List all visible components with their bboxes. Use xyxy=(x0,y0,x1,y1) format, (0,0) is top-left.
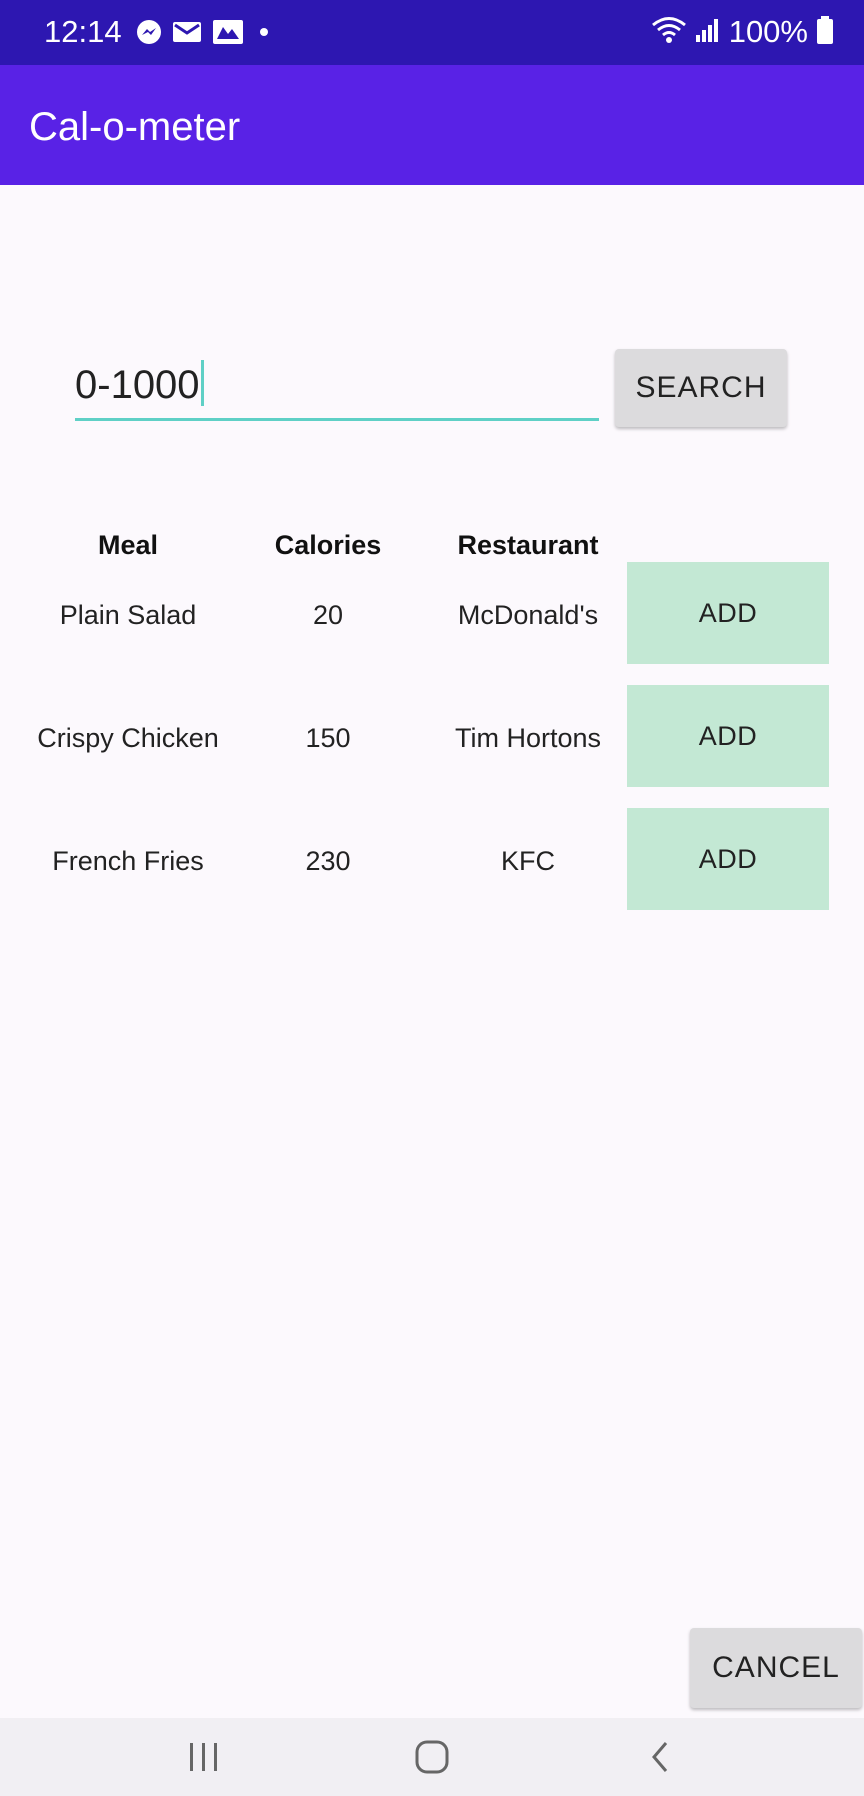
search-input-value: 0-1000 xyxy=(75,360,204,410)
restaurant-cell: McDonald's xyxy=(457,600,599,630)
notification-icons xyxy=(136,14,274,50)
dot-icon xyxy=(254,22,274,42)
restaurant-cell: Tim Hortons xyxy=(454,723,602,753)
app-bar: Cal-o-meter xyxy=(0,65,864,185)
home-icon[interactable] xyxy=(402,1718,462,1796)
add-button[interactable]: ADD xyxy=(627,685,829,787)
navigation-bar xyxy=(0,1718,864,1796)
messenger-icon xyxy=(136,19,162,45)
status-time: 12:14 xyxy=(44,14,122,49)
wifi-icon xyxy=(651,15,687,50)
signal-icon xyxy=(695,17,721,48)
email-icon xyxy=(172,20,202,44)
column-header-meal: Meal xyxy=(97,530,159,560)
restaurant-cell: KFC xyxy=(501,846,555,876)
search-input[interactable]: 0-1000 xyxy=(75,352,599,422)
calories-cell: 20 xyxy=(312,600,344,630)
search-input-underline xyxy=(75,418,599,421)
meal-cell: French Fries xyxy=(52,846,204,876)
search-input-text: 0-1000 xyxy=(75,363,200,407)
screen: 12:14 100% Cal-o-meter 0-1000 SEARCH Mea… xyxy=(0,0,864,1796)
calories-cell: 230 xyxy=(305,846,351,876)
battery-icon xyxy=(816,15,834,50)
search-button[interactable]: SEARCH xyxy=(615,349,787,427)
recent-apps-icon[interactable] xyxy=(174,1718,234,1796)
column-header-restaurant: Restaurant xyxy=(457,530,599,560)
add-button[interactable]: ADD xyxy=(627,808,829,910)
meal-cell: Crispy Chicken xyxy=(37,723,219,753)
gallery-icon xyxy=(212,19,244,45)
meal-cell: Plain Salad xyxy=(59,600,197,630)
column-header-calories: Calories xyxy=(274,530,382,560)
back-icon[interactable] xyxy=(630,1718,690,1796)
status-bar: 12:14 100% xyxy=(0,0,864,65)
status-right: 100% xyxy=(651,12,834,52)
battery-percent: 100% xyxy=(728,14,808,49)
calories-cell: 150 xyxy=(305,723,351,753)
text-caret xyxy=(200,360,204,406)
cancel-button[interactable]: CANCEL xyxy=(690,1628,862,1708)
app-title: Cal-o-meter xyxy=(29,105,241,149)
add-button[interactable]: ADD xyxy=(627,562,829,664)
